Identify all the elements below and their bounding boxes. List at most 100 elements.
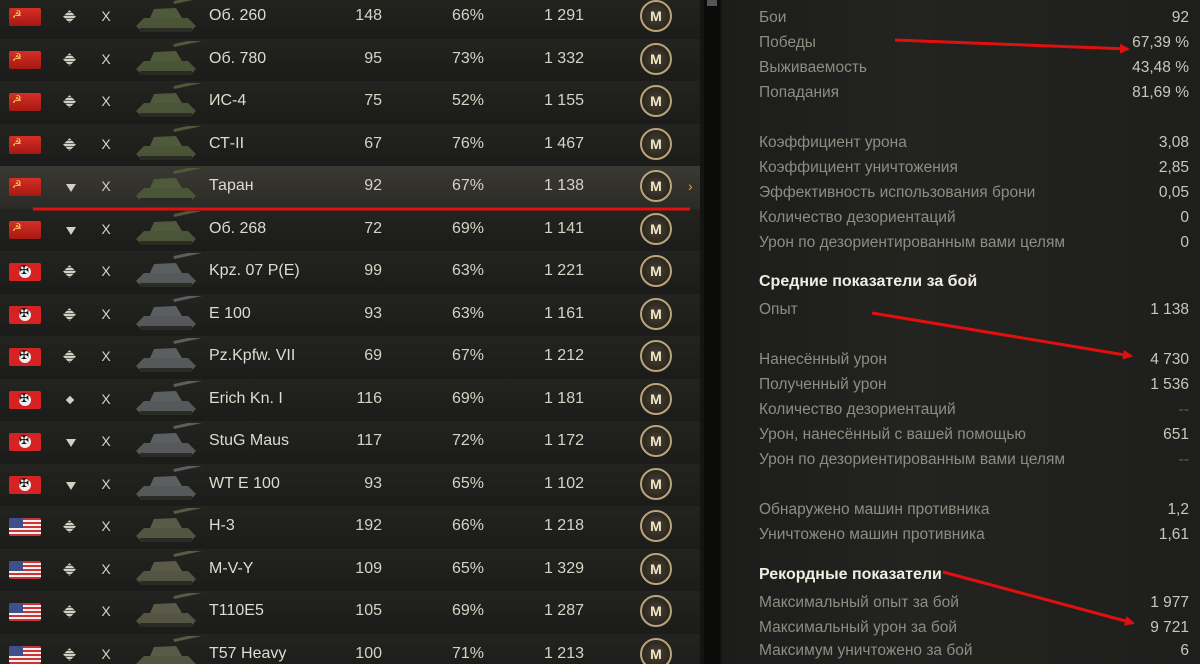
vehicle-row[interactable]: X E 100 93 63% 1 161 M [0, 293, 700, 337]
exp-cell: 1 221 [543, 262, 584, 279]
tank-icon [136, 295, 202, 330]
winrate-cell: 73% [451, 49, 484, 67]
stat-value: 4 730 [1150, 351, 1189, 368]
battles-cell: 67 [364, 134, 382, 152]
section-title-record: Рекордные показатели [759, 566, 942, 583]
exp-cell: 1 332 [543, 49, 584, 67]
tank-name: Pz.Kpfw. VII [209, 347, 296, 364]
stat-row-damage-ratio: Коэффициент урона 3,08 [759, 134, 1189, 156]
flag-ussr-icon [9, 93, 41, 111]
winrate-cell: 69% [451, 389, 484, 407]
stat-label: Опыт [759, 301, 798, 318]
stat-row-stun-damage: Урон по дезориентированным вами целям 0 [759, 234, 1189, 256]
tier-label: X [101, 560, 111, 577]
winrate-cell: 72% [451, 432, 484, 449]
vehicle-type-icon [62, 392, 78, 408]
battles-cell: 192 [355, 517, 382, 534]
exp-cell: 1 467 [543, 134, 584, 152]
vehicle-row[interactable]: X T57 Heavy 100 71% 1 213 M [0, 633, 700, 664]
tank-name: H-3 [209, 517, 235, 534]
stat-row-spotted: Обнаружено машин противника 1,2 [759, 501, 1189, 523]
winrate-cell: 66% [451, 7, 484, 24]
flag-ussr-icon [9, 135, 41, 154]
tier-label: X [101, 390, 111, 407]
mastery-badge-icon: M [640, 382, 672, 415]
tank-name: Таран [209, 177, 254, 194]
mastery-badge-label: M [650, 518, 662, 534]
vehicle-type-icon [62, 477, 78, 493]
battles-cell: 93 [364, 474, 382, 492]
tank-icon [136, 508, 202, 542]
chevron-right-icon: › [688, 178, 693, 194]
mastery-badge-label: M [650, 433, 662, 449]
mastery-badge-label: M [650, 645, 662, 662]
stat-row-avg-stun-damage: Урон по дезориентированным вами целям -- [759, 451, 1189, 473]
vehicle-type-icon [62, 9, 78, 25]
battles-cell: 75 [364, 92, 382, 109]
stat-value: 0 [1180, 234, 1189, 251]
winrate-cell: 76% [451, 134, 484, 152]
stat-label: Полученный урон [759, 376, 887, 393]
tank-name: T110E5 [209, 602, 264, 619]
tank-name: Об. 260 [209, 7, 267, 24]
stat-value: 1,2 [1167, 501, 1189, 518]
tier-label: X [101, 8, 111, 24]
mastery-badge-icon: M [640, 340, 672, 372]
tank-icon [136, 593, 202, 627]
stat-row-avg-stuns: Количество дезориентаций -- [759, 401, 1189, 423]
winrate-cell: 67% [451, 347, 484, 364]
stat-label: Обнаружено машин противника [759, 501, 990, 518]
vehicle-row[interactable]: X Erich Kn. I 116 69% 1 181 M [0, 378, 700, 422]
stat-label: Нанесённый урон [759, 351, 887, 368]
flag-ussr-icon [9, 220, 41, 239]
stat-value: -- [1178, 401, 1189, 418]
battles-cell: 109 [355, 559, 382, 577]
vehicle-row[interactable]: X Таран 92 67% 1 138 M › [0, 166, 700, 210]
vehicle-type-icon [62, 604, 78, 620]
vehicle-row[interactable]: X СТ-II 67 76% 1 467 M [0, 123, 700, 167]
vehicle-row[interactable]: X ИС-4 75 52% 1 155 M [0, 81, 700, 125]
vehicle-row[interactable]: X StuG Maus 117 72% 1 172 M [0, 421, 700, 465]
vehicle-row[interactable]: X Об. 260 148 66% 1 291 M [0, 0, 700, 40]
mastery-badge-icon: M [640, 510, 672, 542]
stat-value: 6 [1180, 642, 1189, 659]
mastery-badge-icon: M [640, 297, 672, 330]
tank-name: E 100 [209, 304, 251, 322]
stat-value: 651 [1163, 426, 1189, 443]
winrate-cell: 71% [451, 644, 484, 662]
stat-value: 3,08 [1158, 134, 1189, 151]
flag-usa-icon [9, 645, 41, 664]
exp-cell: 1 161 [543, 304, 584, 322]
mastery-badge-label: M [650, 560, 662, 577]
vehicle-row[interactable]: X M-V-Y 109 65% 1 329 M [0, 548, 700, 592]
tank-name: M-V-Y [209, 559, 254, 577]
vehicle-row[interactable]: X Об. 780 95 73% 1 332 M [0, 38, 700, 82]
vehicle-row[interactable]: X Pz.Kpfw. VII 69 67% 1 212 M [0, 336, 700, 380]
vehicle-type-icon [62, 264, 78, 280]
mastery-badge-icon: M [640, 42, 672, 75]
tank-icon [136, 40, 202, 75]
battles-cell: 105 [355, 602, 382, 619]
section-title-average: Средние показатели за бой [759, 273, 978, 290]
stat-row-avg-received: Полученный урон 1 536 [759, 376, 1189, 398]
vehicle-row[interactable]: X T110E5 105 69% 1 287 M [0, 591, 700, 635]
tier-label: X [101, 518, 111, 534]
vehicle-row[interactable]: X H-3 192 66% 1 218 M [0, 506, 700, 550]
vehicle-type-icon [62, 349, 78, 365]
scrollbar[interactable] [704, 0, 720, 664]
stat-label: Попадания [759, 84, 840, 101]
vehicle-row[interactable]: X WT E 100 93 65% 1 102 M [0, 463, 700, 507]
scrollbar-thumb[interactable] [707, 0, 717, 6]
flag-germany-icon [9, 475, 41, 494]
mastery-badge-icon: M [640, 127, 672, 160]
tier-label: X [101, 348, 111, 364]
stat-row-stuns: Количество дезориентаций 0 [759, 209, 1189, 231]
vehicle-row[interactable]: X Kpz. 07 P(E) 99 63% 1 221 M [0, 251, 700, 295]
mastery-badge-label: M [650, 475, 662, 492]
winrate-cell: 69% [451, 602, 484, 619]
vehicle-row[interactable]: X Об. 268 72 69% 1 141 M [0, 208, 700, 252]
battles-cell: 93 [364, 304, 382, 322]
stat-row-armor-efficiency: Эффективность использования брони 0,05 [759, 184, 1189, 206]
stat-row-avg-exp: Опыт 1 138 [759, 301, 1189, 323]
stat-row-kill-ratio: Коэффициент уничтожения 2,85 [759, 159, 1189, 181]
